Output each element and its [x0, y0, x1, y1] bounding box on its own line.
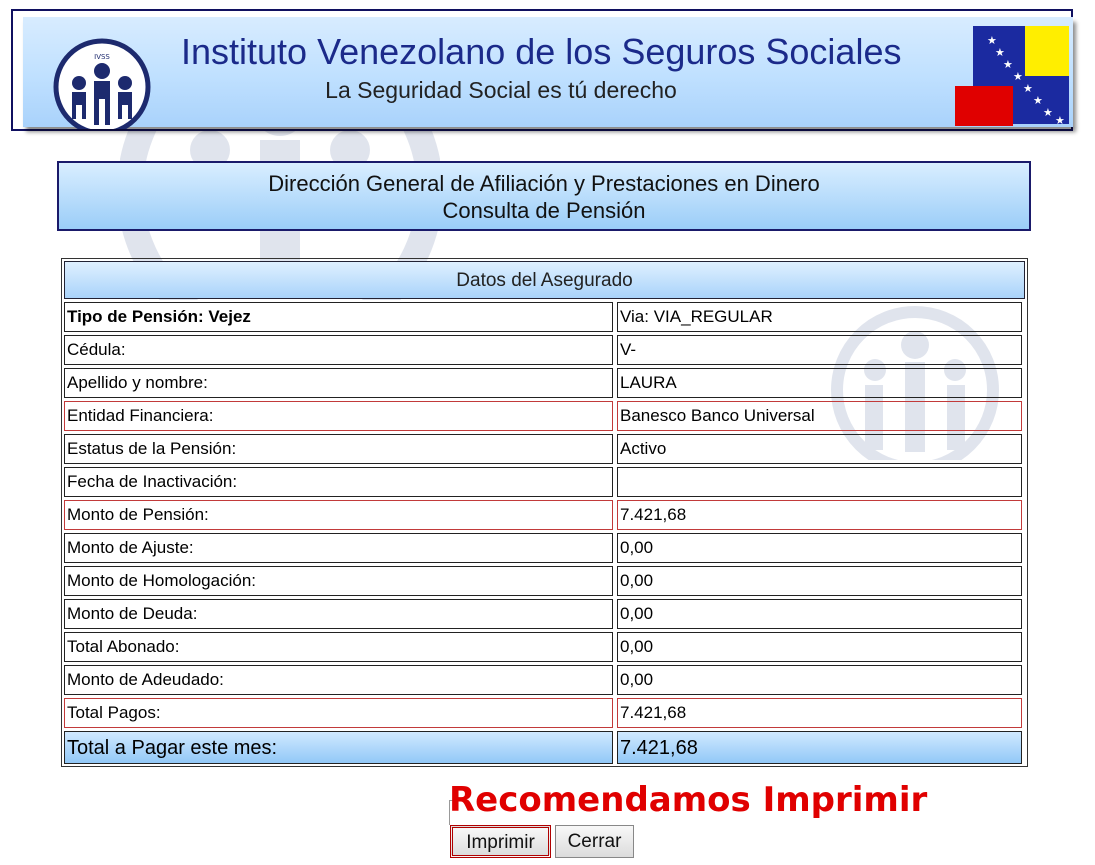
venezuela-flag-icon: ★ ★ ★ ★ ★ ★ ★ ★ — [953, 22, 1071, 131]
table-row-total: Total a Pagar este mes: 7.421,68 — [64, 731, 1025, 764]
row-value: LAURA — [617, 368, 1022, 398]
table-row: Monto de Pensión: 7.421,68 — [64, 500, 1025, 530]
logo-text: IVSS — [94, 53, 110, 61]
header-panel: IVSS Instituto Venezolano de los Seguros… — [23, 17, 1073, 136]
table-row: Total Pagos: 7.421,68 — [64, 698, 1025, 728]
row-label: Monto de Pensión: — [64, 500, 613, 530]
svg-text:★: ★ — [1003, 58, 1013, 71]
table-row: Fecha de Inactivación: — [64, 467, 1025, 497]
header-banner: IVSS Instituto Venezolano de los Seguros… — [11, 9, 1073, 136]
row-value: 0,00 — [617, 566, 1022, 596]
section-subtitle: Consulta de Pensión — [442, 198, 646, 223]
table-row: Apellido y nombre: LAURA — [64, 368, 1025, 398]
svg-text:★: ★ — [1043, 106, 1053, 119]
total-value: 7.421,68 — [617, 731, 1022, 764]
row-label: Monto de Adeudado: — [64, 665, 613, 695]
row-label: Apellido y nombre: — [64, 368, 613, 398]
table-row: Estatus de la Pensión: Activo — [64, 434, 1025, 464]
section-title: Dirección General de Afiliación y Presta… — [268, 171, 820, 196]
row-label: Estatus de la Pensión: — [64, 434, 613, 464]
row-label: Cédula: — [64, 335, 613, 365]
table-row: Entidad Financiera: Banesco Banco Univers… — [64, 401, 1025, 431]
row-value: 0,00 — [617, 632, 1022, 662]
row-value: Activo — [617, 434, 1022, 464]
section-title-box: Dirección General de Afiliación y Presta… — [57, 161, 1031, 231]
svg-text:★: ★ — [1055, 114, 1065, 126]
table-row: Monto de Deuda: 0,00 — [64, 599, 1025, 629]
row-value: 0,00 — [617, 665, 1022, 695]
row-value: 7.421,68 — [617, 500, 1022, 530]
table-title: Datos del Asegurado — [64, 261, 1025, 299]
row-value: 0,00 — [617, 599, 1022, 629]
table-row: Total Abonado: 0,00 — [64, 632, 1025, 662]
row-label: Entidad Financiera: — [64, 401, 613, 431]
svg-text:★: ★ — [1023, 82, 1033, 95]
svg-text:★: ★ — [1033, 94, 1043, 107]
print-button[interactable]: Imprimir — [450, 825, 551, 858]
close-button[interactable]: Cerrar — [555, 825, 634, 858]
row-label: Total Pagos: — [64, 698, 613, 728]
svg-text:★: ★ — [1013, 70, 1023, 83]
row-label: Total Abonado: — [64, 632, 613, 662]
institute-subtitle: La Seguridad Social es tú derecho — [325, 77, 677, 103]
row-value: Via: VIA_REGULAR — [617, 302, 1022, 332]
institute-title: Instituto Venezolano de los Seguros Soci… — [181, 31, 902, 72]
table-row: Cédula: V- — [64, 335, 1025, 365]
row-label: Tipo de Pensión: Vejez — [64, 302, 613, 332]
table-row: Monto de Ajuste: 0,00 — [64, 533, 1025, 563]
table-row: Monto de Homologación: 0,00 — [64, 566, 1025, 596]
row-value — [617, 467, 1022, 497]
row-value: V- — [617, 335, 1022, 365]
row-label: Monto de Deuda: — [64, 599, 613, 629]
ivss-logo-icon: IVSS — [49, 37, 155, 136]
total-label: Total a Pagar este mes: — [64, 731, 613, 764]
row-value: Banesco Banco Universal — [617, 401, 1022, 431]
table-row: Tipo de Pensión: Vejez Via: VIA_REGULAR — [64, 302, 1025, 332]
insured-data-table: Datos del Asegurado Tipo de Pensión: Vej… — [61, 258, 1028, 767]
recommend-print-text: Recomendamos Imprimir — [449, 780, 928, 820]
row-value: 0,00 — [617, 533, 1022, 563]
row-value: 7.421,68 — [617, 698, 1022, 728]
row-label: Fecha de Inactivación: — [64, 467, 613, 497]
row-label: Monto de Ajuste: — [64, 533, 613, 563]
row-label: Monto de Homologación: — [64, 566, 613, 596]
table-row: Monto de Adeudado: 0,00 — [64, 665, 1025, 695]
